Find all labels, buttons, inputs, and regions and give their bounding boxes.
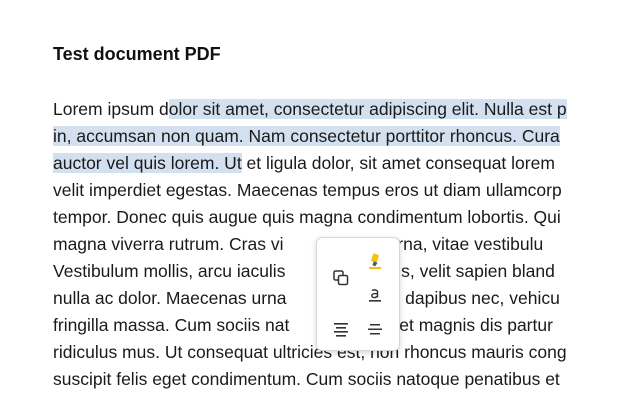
pdf-page: Test document PDF Lorem ipsum dolor sit …: [0, 0, 640, 400]
selected-text[interactable]: auctor vel quis lorem. Ut: [53, 153, 242, 173]
line-text: velit imperdiet egestas. Maecenas tempus…: [53, 180, 562, 200]
document-title: Test document PDF: [53, 44, 221, 64]
selected-text[interactable]: olor sit amet, consectetur adipiscing el…: [168, 99, 567, 119]
line-text: Lorem ipsum d: [53, 99, 169, 119]
comment-button[interactable]: [328, 316, 354, 342]
selected-text[interactable]: in, accumsan non quam. Nam consectetur p…: [53, 126, 560, 146]
line-text: Vestibulum mollis, arcu iaculis um variu…: [53, 261, 555, 281]
strikethrough-button[interactable]: [362, 316, 388, 342]
highlight-button[interactable]: [362, 248, 388, 274]
highlighter-icon: [369, 253, 381, 269]
underline-button[interactable]: [362, 282, 388, 308]
text-lines-icon: [334, 323, 348, 337]
line-text: ridiculus mus. Ut consequat ultricies es…: [53, 342, 567, 362]
line-text: fringilla massa. Cum sociis nat natibus …: [53, 315, 553, 335]
line-text: tempor. Donec quis augue quis magna cond…: [53, 207, 561, 227]
line-text: suscipit felis eget condimentum. Cum soc…: [53, 369, 560, 389]
text-line[interactable]: auctor vel quis lorem. Ut et ligula dolo…: [53, 150, 640, 177]
text-line[interactable]: velit imperdiet egestas. Maecenas tempus…: [53, 177, 640, 204]
strikethrough-icon: [368, 324, 382, 335]
text-line[interactable]: in, accumsan non quam. Nam consectetur p…: [53, 123, 640, 150]
copy-icon: [333, 270, 349, 286]
line-text: nulla ac dolor. Maecenas urna cidunt in …: [53, 288, 560, 308]
text-line[interactable]: suscipit felis eget condimentum. Cum soc…: [53, 366, 640, 393]
copy-button[interactable]: [328, 265, 354, 291]
underline-icon: [369, 289, 381, 302]
text-line[interactable]: tempor. Donec quis augue quis magna cond…: [53, 204, 640, 231]
line-text: magna viverra rutrum. Cras vi olestie ur…: [53, 234, 544, 254]
text-line[interactable]: Lorem ipsum dolor sit amet, consectetur …: [53, 96, 640, 123]
line-text: et ligula dolor, sit amet consequat lore…: [241, 153, 555, 173]
selection-popover: [316, 237, 400, 351]
